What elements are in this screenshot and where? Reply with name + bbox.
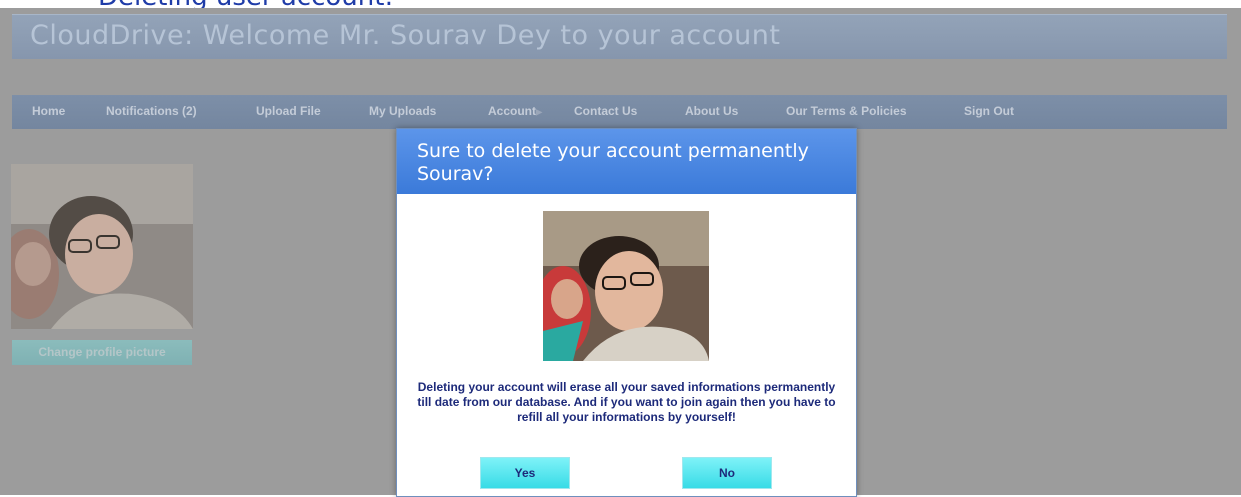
- nav-sign-out[interactable]: Sign Out: [964, 104, 1014, 118]
- dialog-title: Sure to delete your account permanently …: [417, 140, 809, 185]
- nav-notifications[interactable]: Notifications (2): [106, 104, 197, 118]
- nav-account-label: Account: [488, 104, 536, 118]
- main-navbar: Home Notifications (2) Upload File My Up…: [12, 95, 1227, 129]
- page-caption: Deleting user account:: [98, 0, 393, 8]
- nav-about-us[interactable]: About Us: [685, 104, 738, 118]
- chevron-right-icon: ▶: [536, 107, 543, 117]
- no-button[interactable]: No: [682, 457, 772, 489]
- nav-my-uploads[interactable]: My Uploads: [369, 104, 436, 118]
- nav-upload-file[interactable]: Upload File: [256, 104, 321, 118]
- page-backdrop: CloudDrive: Welcome Mr. Sourav Dey to yo…: [0, 8, 1241, 497]
- site-title: CloudDrive: Welcome Mr. Sourav Dey to yo…: [30, 20, 781, 51]
- site-header: CloudDrive: Welcome Mr. Sourav Dey to yo…: [12, 14, 1227, 59]
- dialog-message: Deleting your account will erase all you…: [417, 380, 836, 424]
- dialog-header: Sure to delete your account permanently …: [397, 129, 856, 194]
- nav-account[interactable]: Account▶: [488, 104, 542, 118]
- yes-button[interactable]: Yes: [480, 457, 570, 489]
- dialog-profile-photo: [543, 211, 709, 361]
- dialog-photo-image: [543, 211, 709, 361]
- nav-terms-policies[interactable]: Our Terms & Policies: [786, 104, 907, 118]
- delete-account-dialog: Sure to delete your account permanently …: [396, 128, 857, 497]
- change-profile-picture-button[interactable]: Change profile picture: [12, 340, 192, 365]
- profile-photo-image: [11, 164, 193, 329]
- profile-picture: [11, 164, 193, 329]
- nav-home[interactable]: Home: [32, 104, 65, 118]
- nav-contact-us[interactable]: Contact Us: [574, 104, 637, 118]
